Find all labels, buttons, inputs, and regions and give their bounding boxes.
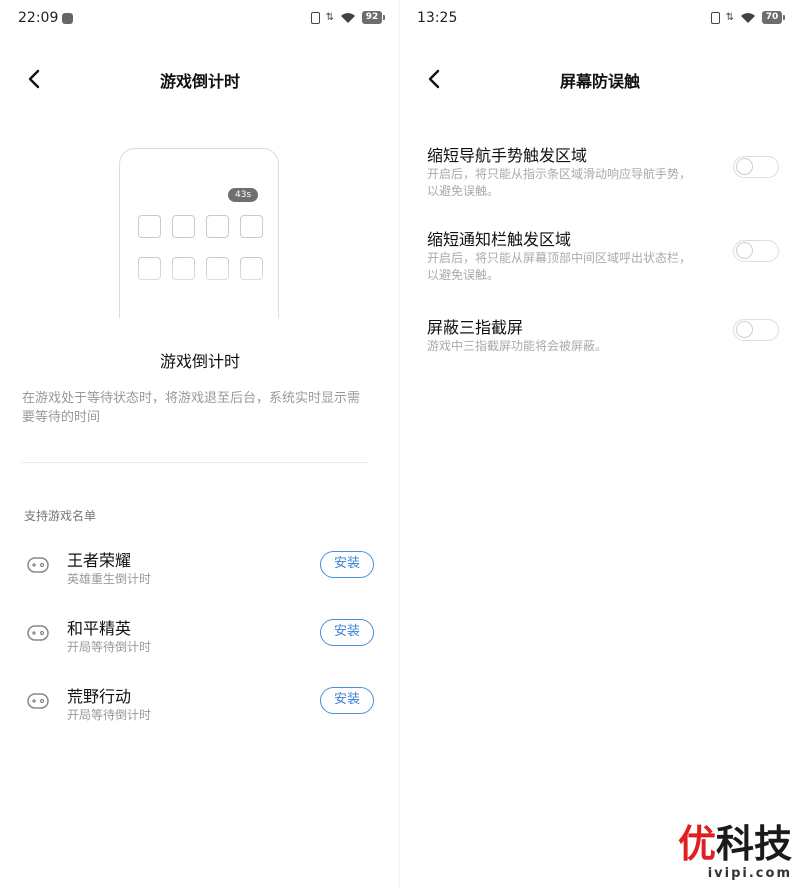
header: 屏幕防误触 [400,58,800,100]
setting-title: 屏蔽三指截屏 [427,318,524,337]
mobile-data-icon: ⇅ [725,11,734,23]
illustration-fade [120,258,278,318]
watermark-logo: 优科技 ivipi.com [662,822,792,884]
gamepad-icon [27,557,49,573]
install-button[interactable]: 安装 [320,619,374,646]
gamepad-icon [27,693,49,709]
header: 游戏倒计时 [0,58,400,100]
mobile-data-icon: ⇅ [325,11,334,23]
wifi-icon [341,12,355,23]
app-tile [206,215,229,238]
game-countdown-screen: 22:09 ⇅ 92 游戏倒计时 43s 游戏倒计时 在游戏处于等待状态时，将游… [0,0,400,888]
app-tile [240,215,263,238]
status-bar: 22:09 ⇅ 92 [0,0,400,40]
wifi-icon [741,12,755,23]
setting-title: 缩短导航手势触发区域 [427,146,588,165]
toggle-knob [736,242,753,259]
game-subtitle: 开局等待倒计时 [67,640,152,654]
setting-description: 开启后，将只能从指示条区域滑动响应导航手势，以避免误触。 [427,167,692,198]
setting-description: 游戏中三指截屏功能将会被屏蔽。 [427,339,608,353]
watermark-wordmark: 优科技 [677,822,792,866]
gamepad-icon [27,625,49,641]
list-item: 王者荣耀 英雄重生倒计时 安装 [0,547,400,595]
install-button[interactable]: 安装 [320,687,374,714]
feature-description: 在游戏处于等待状态时，将游戏退至后台，系统实时显示需要等待的时间 [22,391,361,425]
install-button[interactable]: 安装 [320,551,374,578]
battery-icon: 92 [362,11,385,24]
touch-protection-screen: 13:25 ⇅ 70 屏幕防误触 缩短导航手势触发区域 开启后，将只能从指示条区… [400,0,800,888]
game-name: 荒野行动 [67,687,132,706]
setting-description: 开启后，将只能从屏幕顶部中间区域呼出状态栏，以避免误触。 [427,251,692,282]
nav-gesture-toggle[interactable] [733,156,779,178]
battery-icon: 70 [762,11,785,24]
list-item: 和平精英 开局等待倒计时 安装 [0,615,400,663]
toggle-knob [736,158,753,175]
status-time: 13:25 [417,10,458,26]
sim-icon [310,11,320,24]
status-bar: 13:25 ⇅ 70 [400,0,800,40]
notification-bar-toggle[interactable] [733,240,779,262]
setting-title: 缩短通知栏触发区域 [427,230,572,249]
list-item: 荒野行动 开局等待倒计时 安装 [0,683,400,731]
status-icons: ⇅ 92 [310,11,385,24]
game-subtitle: 英雄重生倒计时 [67,572,152,586]
watermark-url: ivipi.com [707,866,792,881]
app-tile [138,215,161,238]
feature-title: 游戏倒计时 [159,352,240,371]
game-name: 和平精英 [67,619,132,638]
game-name: 王者荣耀 [67,551,132,570]
status-time: 22:09 [18,10,59,26]
toggle-knob [736,321,753,338]
section-divider [22,462,368,463]
page-title: 屏幕防误触 [559,72,640,91]
section-heading: 支持游戏名单 [24,509,97,523]
phone-illustration: 43s [119,148,279,318]
three-finger-screenshot-toggle[interactable] [733,319,779,341]
sim-icon [710,11,720,24]
app-tile [172,215,195,238]
notification-app-icon [62,13,73,24]
status-icons: ⇅ 70 [710,11,785,24]
game-subtitle: 开局等待倒计时 [67,708,152,722]
timer-badge: 43s [228,188,259,202]
page-title: 游戏倒计时 [159,72,240,91]
